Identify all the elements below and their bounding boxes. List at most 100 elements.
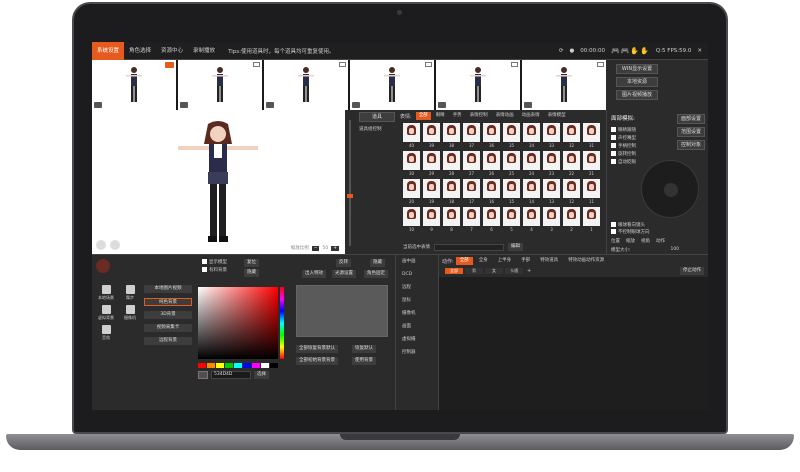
expression-cell[interactable]: 38 <box>443 123 460 149</box>
expr-tab-control[interactable]: 表情控制 <box>467 112 491 120</box>
gamepad-icons[interactable]: 🎮🎮✋✋ <box>611 47 650 55</box>
expression-cell[interactable]: 31 <box>583 123 600 149</box>
vertical-slider[interactable] <box>345 110 355 254</box>
check-no-eye-direction[interactable]: 不控制眼球方向 <box>611 229 650 236</box>
mid-item-virtual-cam[interactable]: 虚拟摄 <box>396 333 438 346</box>
expression-cell[interactable]: 1 <box>583 207 600 233</box>
expression-cell[interactable]: 21 <box>583 151 600 177</box>
motion-tab-hands[interactable]: 手部 <box>517 257 534 265</box>
camera-icon[interactable]: 摄像机 <box>118 305 142 321</box>
range-settings-button[interactable]: 范围设置 <box>677 127 705 137</box>
checkbox[interactable] <box>611 127 616 132</box>
expression-cell[interactable]: 33 <box>543 123 560 149</box>
checkbox[interactable] <box>611 143 616 148</box>
thumbnail-3[interactable] <box>264 60 348 110</box>
restore-all-bg-default-button[interactable]: 全部恢复背景默认 <box>296 345 338 353</box>
expression-cell[interactable]: 34 <box>523 123 540 149</box>
face-settings-button[interactable]: 面部设置 <box>677 114 705 124</box>
zoom-out-button[interactable]: − <box>311 245 320 251</box>
hue-slider[interactable] <box>280 287 284 359</box>
expression-cell[interactable]: 20 <box>403 179 420 205</box>
expression-cell[interactable]: 23 <box>543 151 560 177</box>
mid-item-remote[interactable]: 远程 <box>396 281 438 294</box>
expr-tab-all[interactable]: 全部 <box>415 112 431 120</box>
thumbnail-4[interactable] <box>350 60 434 110</box>
thumbnail-5[interactable] <box>436 60 520 110</box>
expression-cell[interactable]: 39 <box>423 123 440 149</box>
row-label-view[interactable]: 视角 <box>641 238 650 244</box>
expression-cell[interactable]: 8 <box>443 207 460 233</box>
expression-cell[interactable]: 18 <box>443 179 460 205</box>
expr-tab-gesture[interactable]: 手势 <box>450 112 465 120</box>
swatch-red[interactable] <box>198 363 206 368</box>
expression-cell[interactable]: 16 <box>483 179 500 205</box>
expression-cell[interactable]: 3 <box>543 207 560 233</box>
hex-input[interactable]: 534D4D <box>211 371 251 379</box>
mid-item-dcd[interactable]: DCD <box>396 268 438 281</box>
expression-cell[interactable]: 26 <box>483 151 500 177</box>
expression-cell[interactable]: 6 <box>483 207 500 233</box>
refresh-icon[interactable]: ⟳ <box>559 48 564 54</box>
thumbnail-2[interactable] <box>178 60 262 110</box>
reset-view-icon[interactable] <box>96 240 106 250</box>
motion-tab-full-body[interactable]: 全身 <box>475 257 492 265</box>
props-group-label[interactable]: 道具组控制 <box>359 126 382 132</box>
swatch-white[interactable] <box>261 363 269 368</box>
expression-edit-button[interactable]: 编辑 <box>508 243 523 251</box>
swatch-yellow[interactable] <box>216 363 224 368</box>
expression-cell[interactable]: 30 <box>403 151 420 177</box>
hide2-button[interactable]: 隐藏 <box>370 259 385 267</box>
expression-cell[interactable]: 27 <box>463 151 480 177</box>
expression-cell[interactable]: 13 <box>543 179 560 205</box>
win-display-button[interactable]: WIN显示设置 <box>616 64 658 74</box>
checkbox[interactable] <box>202 259 207 264</box>
check-auto-blink[interactable]: 自动眨眼 <box>611 159 636 167</box>
reverse-button[interactable]: 反转 <box>336 259 351 267</box>
add-motion-icon[interactable]: + <box>525 268 531 274</box>
bg-solid-color[interactable]: 纯色背景 <box>144 298 192 306</box>
rotate-view-icon[interactable] <box>110 240 120 250</box>
expression-cell[interactable]: 2 <box>563 207 580 233</box>
row-label-action[interactable]: 动作 <box>656 238 665 244</box>
check-background[interactable]: 有料背景 <box>202 267 227 275</box>
dance-icon[interactable]: 舞步 <box>118 285 142 301</box>
bg-local-media[interactable]: 本地图片视频 <box>144 285 192 293</box>
use-bg-button[interactable]: 使用背景 <box>352 357 376 365</box>
swatch-magenta[interactable] <box>252 363 260 368</box>
subtab-male[interactable]: 男 <box>465 268 483 274</box>
expression-cell[interactable]: 9 <box>423 207 440 233</box>
light-settings-button[interactable]: 光源设置 <box>332 270 356 278</box>
expression-cell[interactable]: 35 <box>503 123 520 149</box>
slider-thumb[interactable] <box>347 194 353 198</box>
swatch-green[interactable] <box>225 363 233 368</box>
hide-button[interactable]: 隐藏 <box>244 269 259 277</box>
checkbox[interactable] <box>611 222 616 227</box>
expr-tab-animation[interactable]: 表情动画 <box>493 112 517 120</box>
expression-cell[interactable]: 11 <box>583 179 600 205</box>
thumbnail-1[interactable] <box>92 60 176 110</box>
swatch-black[interactable] <box>270 363 278 368</box>
mid-item-pip[interactable]: 画中画 <box>396 255 438 268</box>
expression-cell[interactable]: 14 <box>523 179 540 205</box>
expression-cell[interactable]: 15 <box>503 179 520 205</box>
expr-tab-model[interactable]: 表情模型 <box>545 112 569 120</box>
checkbox[interactable] <box>611 229 616 234</box>
checkbox[interactable] <box>611 159 616 164</box>
motion-tab-effect-anim[interactable]: 特效动画动作资源 <box>564 257 608 265</box>
check-rotate-control[interactable]: 旋转控制 <box>611 151 636 159</box>
bg-3d[interactable]: 3D背景 <box>144 311 192 319</box>
expression-cell[interactable]: 25 <box>503 151 520 177</box>
virtual-background-icon[interactable]: 虚拟背景 <box>94 305 118 321</box>
check-eye-to-camera[interactable]: 眼球看向镜头 <box>611 222 650 229</box>
row-label-position[interactable]: 位置 <box>611 238 620 244</box>
expr-tab-eyes[interactable]: 眼睛 <box>433 112 448 120</box>
check-show-model[interactable]: 显示模型 <box>202 259 227 267</box>
tab-resource-center[interactable]: 资源中心 <box>156 42 188 60</box>
local-resource-button[interactable]: 本地资源 <box>616 77 658 87</box>
tab-system-settings[interactable]: 系统设置 <box>92 42 125 60</box>
expression-cell[interactable]: 24 <box>523 151 540 177</box>
subtab-cartoon[interactable]: 卡通 <box>505 268 523 274</box>
check-eye-follow[interactable]: 眼睛跟随 <box>611 127 636 135</box>
expression-cell[interactable]: 32 <box>563 123 580 149</box>
mid-item-screen[interactable]: 画面 <box>396 320 438 333</box>
